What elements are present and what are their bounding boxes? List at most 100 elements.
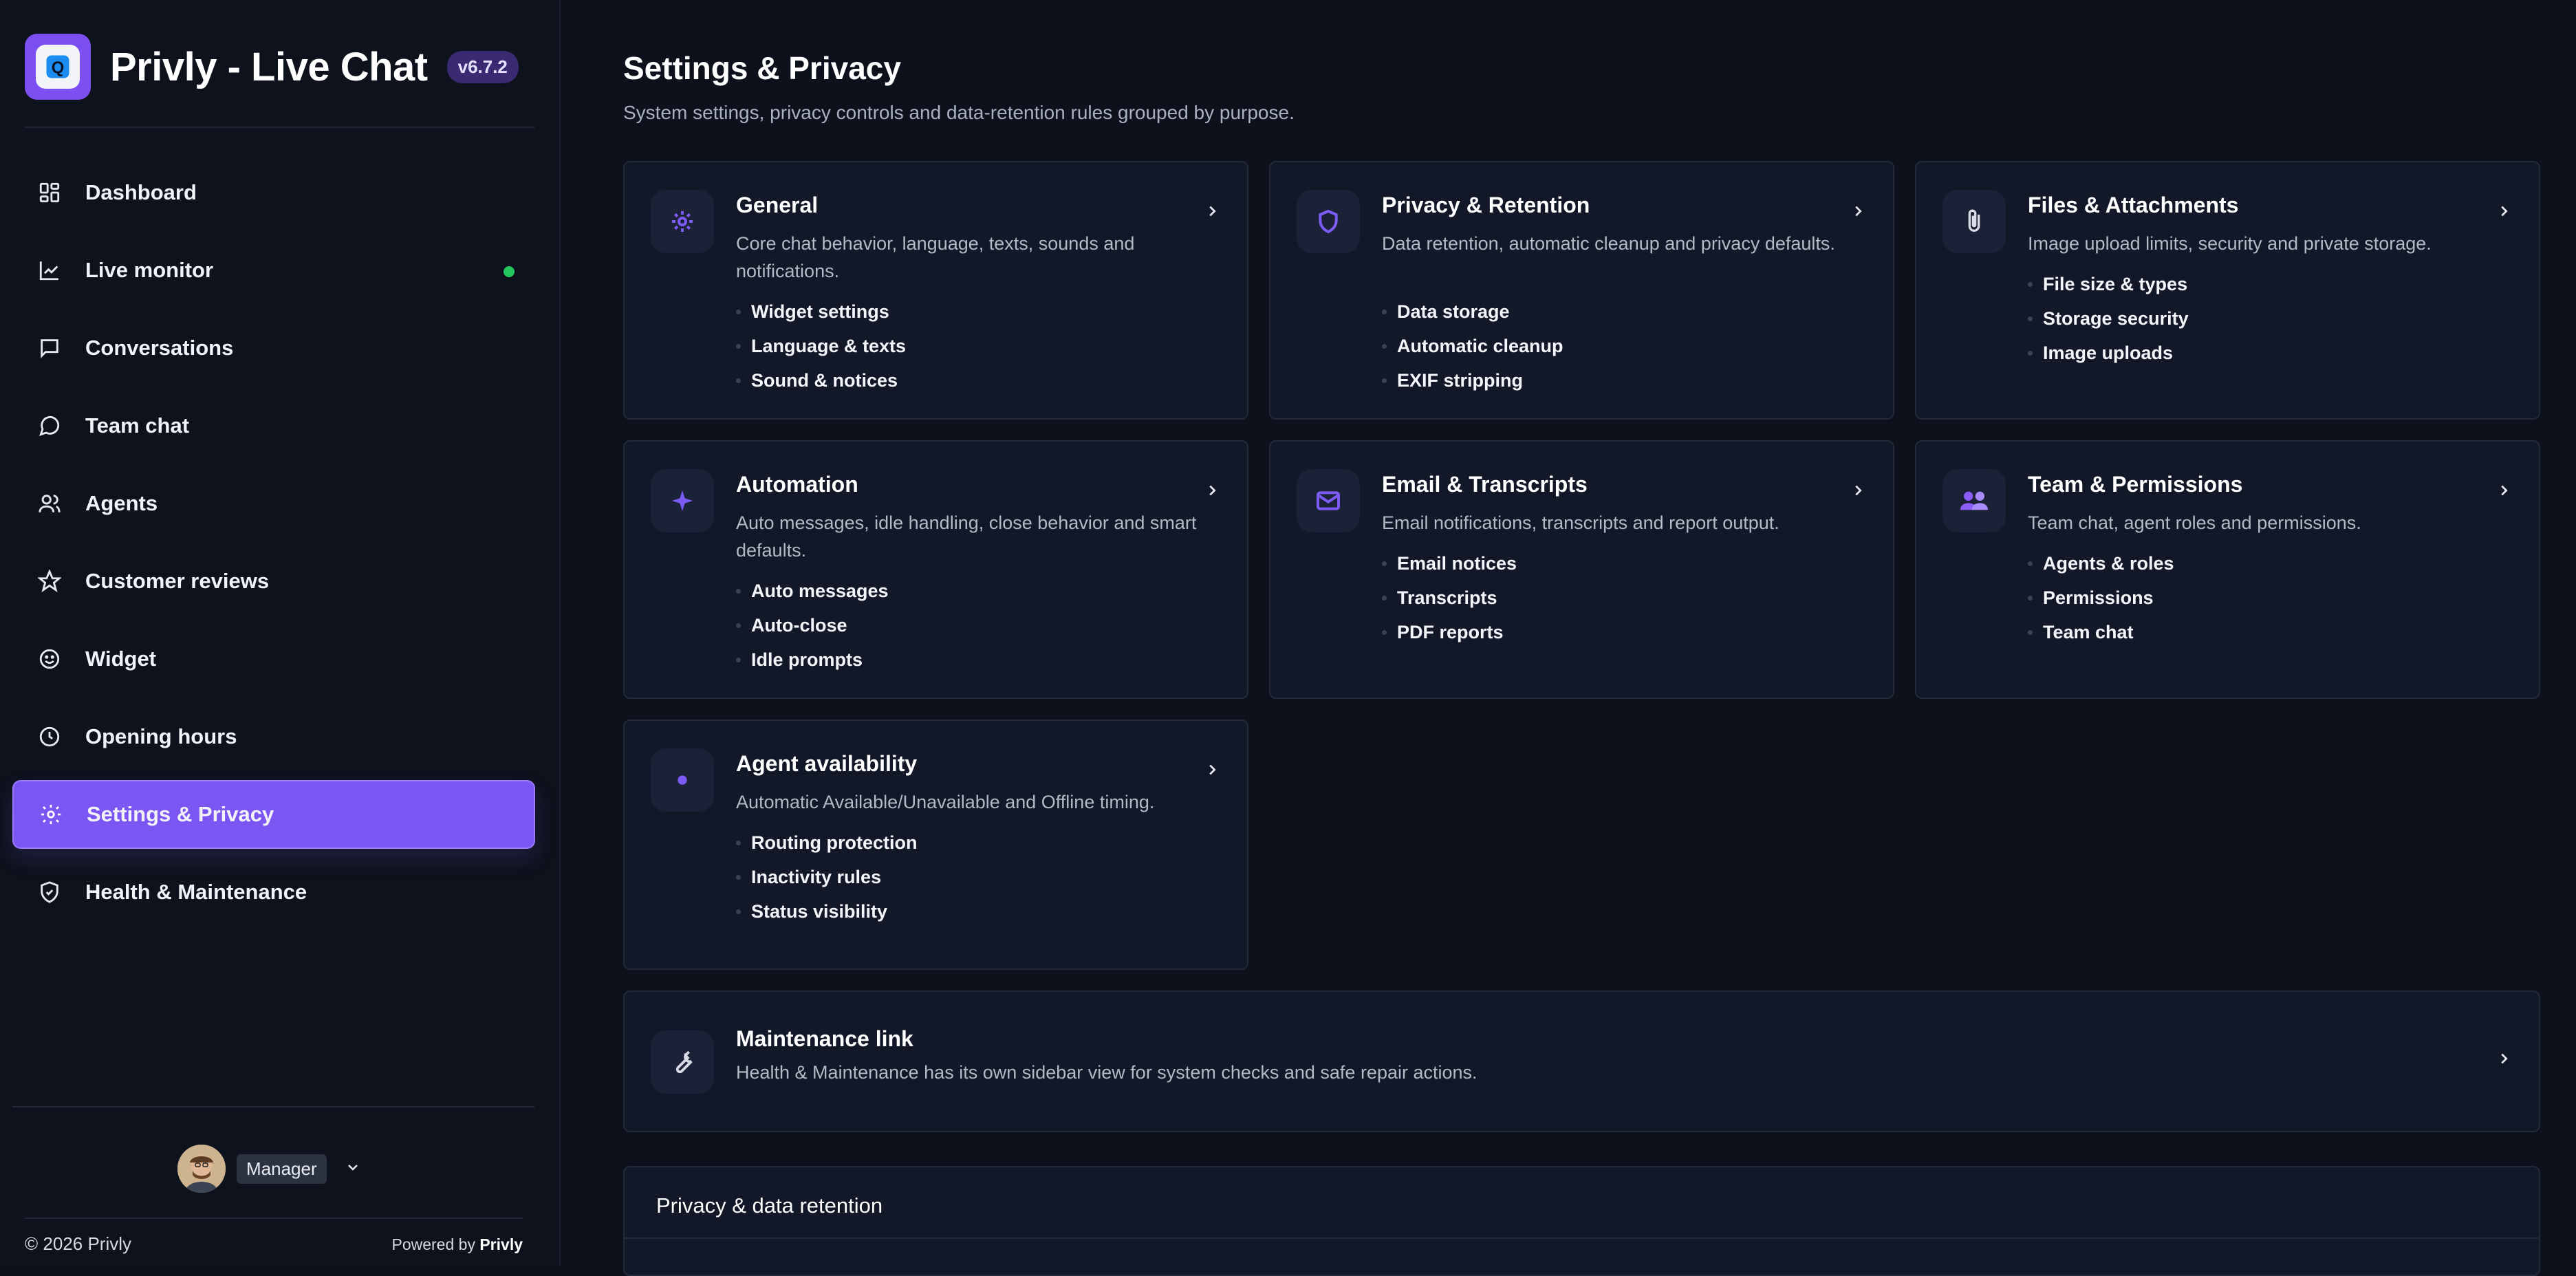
settings-card-agent-availability[interactable]: Agent availability Automatic Available/U… — [623, 720, 1248, 970]
list-item: Sound & notices — [736, 363, 906, 398]
sidebar-item-label: Settings & Privacy — [87, 802, 274, 826]
settings-card-files-attachments[interactable]: Files & Attachments Image upload limits,… — [1915, 161, 2540, 420]
gear-icon — [651, 190, 714, 253]
card-title: Privacy & Retention — [1382, 193, 1590, 217]
list-item: Auto messages — [736, 574, 889, 608]
sidebar-item-health-maintenance[interactable]: Health & Maintenance — [12, 858, 535, 927]
card-description: Email notifications, transcripts and rep… — [1382, 512, 1779, 533]
dashboard-icon — [36, 179, 63, 206]
card-description: Auto messages, idle handling, close beha… — [736, 512, 1197, 561]
privacy-data-retention-section: Privacy & data retention — [623, 1166, 2540, 1276]
divider — [625, 1237, 2539, 1239]
list-item: PDF reports — [1382, 615, 1517, 649]
card-description: Data retention, automatic cleanup and pr… — [1382, 233, 1835, 254]
sidebar-item-label: Dashboard — [85, 180, 197, 204]
card-title: Email & Transcripts — [1382, 472, 1588, 497]
card-description: Image upload limits, security and privat… — [2028, 233, 2432, 254]
list-item: Image uploads — [2028, 336, 2189, 370]
dot-icon — [651, 748, 714, 812]
version-badge: v6.7.2 — [446, 50, 519, 83]
card-feature-list: Data storage Automatic cleanup EXIF stri… — [1382, 294, 1563, 398]
card-feature-list: Routing protection Inactivity rules Stat… — [736, 825, 917, 929]
chevron-right-icon — [2496, 1051, 2511, 1070]
list-item: Language & texts — [736, 329, 906, 363]
wrench-icon — [651, 1030, 714, 1094]
sidebar-item-label: Conversations — [85, 336, 234, 360]
mail-icon — [1297, 469, 1360, 532]
card-title: Team & Permissions — [2028, 472, 2243, 497]
list-item: Status visibility — [736, 894, 917, 929]
list-item: Email notices — [1382, 546, 1517, 581]
card-feature-list: Agents & roles Permissions Team chat — [2028, 546, 2174, 649]
chevron-down-icon[interactable] — [345, 1159, 361, 1179]
section-title: Privacy & data retention — [656, 1193, 883, 1218]
list-item: Storage security — [2028, 301, 2189, 336]
page-subtitle: System settings, privacy controls and da… — [623, 102, 1295, 123]
card-feature-list: File size & types Storage security Image… — [2028, 267, 2189, 370]
copyright: © 2026 Privly — [25, 1233, 131, 1254]
sidebar-item-settings-privacy[interactable]: Settings & Privacy — [12, 780, 535, 849]
settings-card-team-permissions[interactable]: Team & Permissions Team chat, agent role… — [1915, 440, 2540, 699]
chevron-right-icon — [1204, 204, 1220, 222]
list-item: Automatic cleanup — [1382, 329, 1563, 363]
role-badge: Manager — [237, 1154, 327, 1184]
chat-bubble-icon — [36, 334, 63, 362]
settings-card-privacy-retention[interactable]: Privacy & Retention Data retention, auto… — [1269, 161, 1894, 420]
sidebar-item-label: Agents — [85, 491, 158, 515]
list-item: Transcripts — [1382, 581, 1517, 615]
divider — [12, 1106, 534, 1107]
powered-by: Powered by Privly — [391, 1235, 523, 1254]
sidebar-item-customer-reviews[interactable]: Customer reviews — [12, 547, 535, 616]
sidebar-item-team-chat[interactable]: Team chat — [12, 391, 535, 460]
sidebar-item-label: Customer reviews — [85, 569, 270, 593]
powered-prefix: Powered by — [391, 1235, 475, 1253]
card-feature-list: Widget settings Language & texts Sound &… — [736, 294, 906, 398]
sidebar-item-live-monitor[interactable]: Live monitor — [12, 236, 535, 305]
sidebar-item-conversations[interactable]: Conversations — [12, 314, 535, 382]
list-item: Widget settings — [736, 294, 906, 329]
sidebar-item-widget[interactable]: Widget — [12, 625, 535, 693]
chevron-right-icon — [2496, 204, 2511, 222]
chevron-right-icon — [1850, 483, 1865, 501]
online-status-dot — [504, 266, 515, 277]
app-logo: Q — [25, 34, 91, 100]
list-item: Idle prompts — [736, 642, 889, 677]
card-feature-list: Email notices Transcripts PDF reports — [1382, 546, 1517, 649]
clock-icon — [36, 723, 63, 750]
list-item: Auto-close — [736, 608, 889, 642]
sidebar-item-label: Opening hours — [85, 724, 237, 748]
smile-icon — [36, 645, 63, 673]
chart-line-icon — [36, 257, 63, 284]
sidebar-item-opening-hours[interactable]: Opening hours — [12, 702, 535, 771]
user-menu[interactable]: Manager — [177, 1145, 361, 1193]
list-item: EXIF stripping — [1382, 363, 1563, 398]
gear-icon — [37, 801, 65, 828]
list-item: Inactivity rules — [736, 860, 917, 894]
card-description: Health & Maintenance has its own sidebar… — [736, 1062, 1478, 1083]
list-item: Permissions — [2028, 581, 2174, 615]
settings-card-email-transcripts[interactable]: Email & Transcripts Email notifications,… — [1269, 440, 1894, 699]
shield-check-icon — [36, 878, 63, 906]
sidebar: Q Privly - Live Chat v6.7.2 Dashboard Li… — [0, 0, 561, 1266]
list-item: File size & types — [2028, 267, 2189, 301]
sidebar-item-label: Health & Maintenance — [85, 880, 307, 904]
chevron-right-icon — [1204, 762, 1220, 781]
maintenance-link-card[interactable]: Maintenance link Health & Maintenance ha… — [623, 991, 2540, 1132]
card-title: General — [736, 193, 819, 217]
settings-card-automation[interactable]: Automation Auto messages, idle handling,… — [623, 440, 1248, 699]
chat-round-icon — [36, 412, 63, 440]
sparkle-icon — [651, 469, 714, 532]
powered-brand: Privly — [479, 1235, 523, 1253]
divider — [25, 127, 534, 128]
settings-card-general[interactable]: General Core chat behavior, language, te… — [623, 161, 1248, 420]
svg-text:Q: Q — [52, 58, 65, 77]
card-feature-list: Auto messages Auto-close Idle prompts — [736, 574, 889, 677]
sidebar-item-label: Live monitor — [85, 258, 214, 282]
card-title: Maintenance link — [736, 1026, 913, 1051]
sidebar-item-agents[interactable]: Agents — [12, 469, 535, 538]
list-item: Data storage — [1382, 294, 1563, 329]
sidebar-item-label: Team chat — [85, 413, 190, 437]
card-description: Team chat, agent roles and permissions. — [2028, 512, 2361, 533]
sidebar-item-dashboard[interactable]: Dashboard — [12, 158, 535, 227]
brand: Q Privly - Live Chat v6.7.2 — [25, 33, 537, 100]
